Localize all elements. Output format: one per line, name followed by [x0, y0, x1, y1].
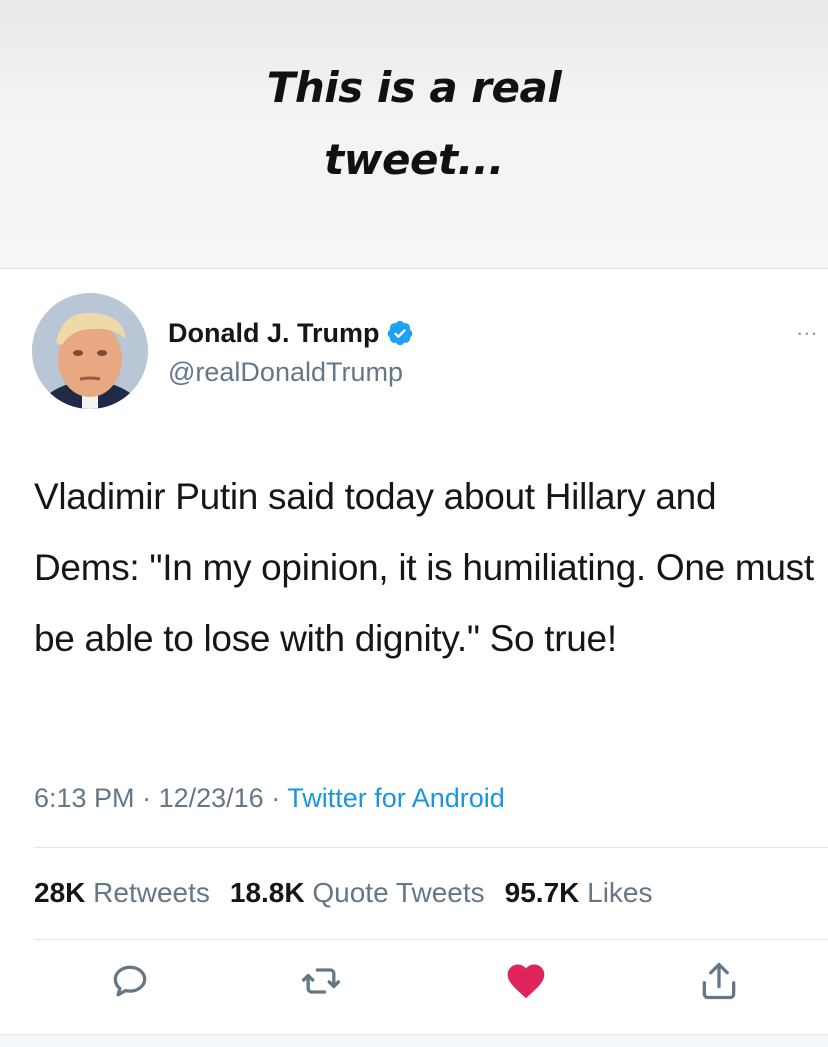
author-name[interactable]: Donald J. Trump — [168, 318, 380, 349]
tweet-date[interactable]: 12/23/16 — [159, 783, 264, 813]
retweet-icon[interactable] — [299, 959, 343, 1003]
quote-tweets-stat[interactable]: 18.8K Quote Tweets — [230, 877, 485, 908]
tweet-actions — [0, 959, 828, 1019]
author-row: Donald J. Trump — [168, 313, 414, 353]
likes-label: Likes — [587, 877, 653, 908]
verified-badge-icon — [386, 319, 414, 347]
quote-tweets-label: Quote Tweets — [312, 877, 485, 908]
quote-tweets-count: 18.8K — [229, 877, 305, 908]
reply-icon[interactable] — [108, 959, 152, 1003]
bottom-separator — [0, 1034, 828, 1047]
more-options-icon[interactable]: ... — [797, 315, 818, 341]
tweet-time[interactable]: 6:13 PM — [34, 783, 135, 813]
tweet-text: Vladimir Putin said today about Hillary … — [34, 476, 814, 659]
meta-separator: · — [271, 783, 288, 813]
tweet-source[interactable]: Twitter for Android — [287, 783, 505, 813]
likes-stat[interactable]: 95.7K Likes — [505, 877, 653, 908]
retweets-label: Retweets — [93, 877, 210, 908]
meta-separator: · — [142, 783, 159, 813]
author-handle[interactable]: @realDonaldTrump — [168, 357, 403, 388]
tweet-stats: 28K Retweets 18.8K Quote Tweets 95.7K Like… — [34, 877, 653, 909]
avatar-image — [32, 293, 148, 409]
retweets-count: 28K — [34, 877, 86, 908]
likes-count: 95.7K — [504, 877, 580, 908]
tweet-meta: 6:13 PM · 12/23/16 · Twitter for Android — [34, 783, 505, 814]
retweets-stat[interactable]: 28K Retweets — [34, 877, 210, 908]
avatar[interactable] — [32, 293, 148, 409]
caption-line-1: This is a real — [266, 63, 562, 112]
heart-icon[interactable] — [504, 959, 548, 1003]
caption-line-2: tweet... — [324, 135, 504, 184]
divider — [34, 847, 828, 848]
meme-caption: This is a real tweet... — [0, 52, 828, 196]
divider — [34, 939, 828, 940]
tweet-card: Donald J. Trump @realDonaldTrump ... Vla… — [0, 269, 828, 1047]
share-icon[interactable] — [697, 959, 741, 1003]
meme-caption-banner: This is a real tweet... — [0, 0, 828, 269]
